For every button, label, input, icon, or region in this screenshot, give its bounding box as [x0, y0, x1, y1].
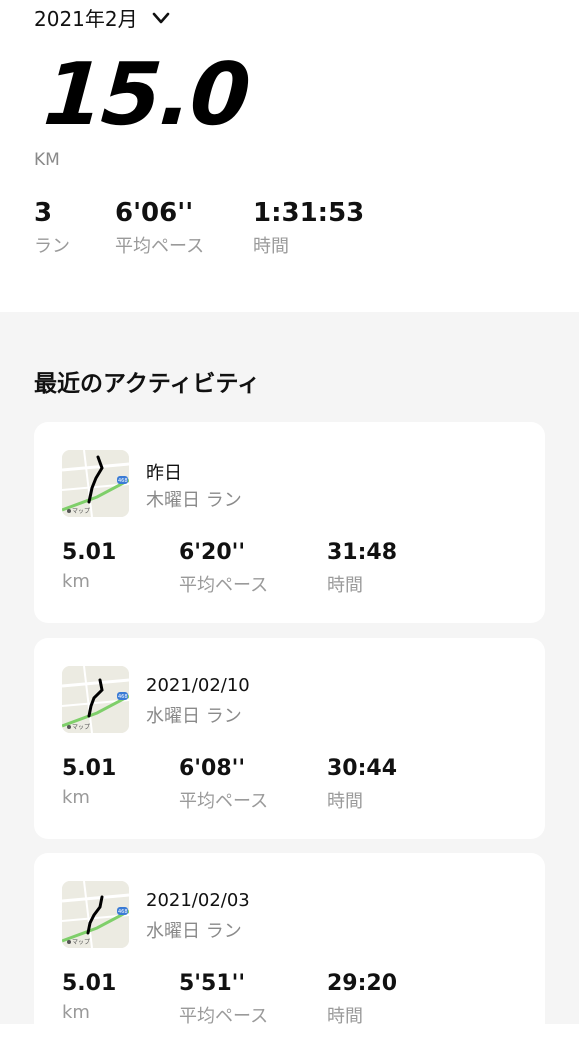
map-icon: 468 マップ — [62, 881, 129, 948]
road-number: 468 — [118, 909, 128, 915]
activity-type: 木曜日 ラン — [146, 490, 242, 511]
activity-distance: 5.01 km — [62, 756, 116, 808]
activity-date: 昨日 — [146, 463, 182, 484]
monthly-summary: 2021年2月 15.0 KM 3 ラン 6'06'' 平均ペース 1:31:5… — [0, 0, 579, 312]
pace-value: 6'20'' — [179, 540, 246, 565]
map-icon: 468 マップ — [62, 450, 129, 517]
activity-type: 水曜日 ラン — [146, 706, 242, 727]
stat-value: 3 — [34, 198, 53, 228]
distance-unit: km — [62, 571, 90, 592]
route-map-thumbnail: 468 マップ — [62, 881, 129, 948]
activity-pace: 6'20'' 平均ペース — [179, 540, 268, 597]
stat-label: 平均ペース — [115, 236, 205, 257]
total-distance: 15.0 — [40, 45, 252, 145]
time-value: 31:48 — [327, 540, 398, 565]
pace-value: 6'08'' — [179, 756, 246, 781]
activity-distance: 5.01 km — [62, 971, 116, 1023]
road-number: 468 — [118, 478, 128, 484]
map-icon: 468 マップ — [62, 666, 129, 733]
time-value: 30:44 — [327, 756, 398, 781]
distance-value: 5.01 — [62, 756, 117, 781]
road-number: 468 — [118, 694, 128, 700]
stat-label: ラン — [34, 236, 70, 257]
activity-card[interactable]: 468 マップ 2021/02/10 水曜日 ラン 5.01 km 6'08''… — [34, 638, 545, 839]
stat-value: 6'06'' — [115, 198, 194, 228]
pace-label: 平均ペース — [179, 575, 269, 596]
pace-label: 平均ペース — [179, 791, 269, 812]
activity-time: 30:44 時間 — [327, 756, 397, 813]
stat-label: 時間 — [253, 236, 289, 257]
stat-avg-pace: 6'06'' 平均ペース — [115, 198, 204, 258]
activity-date: 2021/02/10 — [146, 675, 250, 696]
activity-distance: 5.01 km — [62, 540, 116, 592]
distance-unit: km — [62, 1002, 90, 1023]
month-selector[interactable]: 2021年2月 — [34, 3, 172, 32]
time-value: 29:20 — [327, 971, 398, 996]
activity-date: 2021/02/03 — [146, 890, 250, 911]
recent-activities-section: 最近のアクティビティ 468 マップ 昨日 木曜日 ラン 5.01 km 6'2 — [0, 312, 579, 1054]
stat-value: 1:31:53 — [253, 198, 365, 228]
activity-card[interactable]: 468 マップ 昨日 木曜日 ラン 5.01 km 6'20'' 平均ペース 3… — [34, 422, 545, 623]
chevron-down-icon — [152, 12, 169, 23]
distance-value: 5.01 — [62, 540, 117, 565]
activity-time: 31:48 時間 — [327, 540, 397, 597]
map-label: マップ — [72, 508, 90, 515]
distance-unit: KM — [34, 150, 60, 170]
month-label: 2021年2月 — [34, 7, 138, 31]
route-map-thumbnail: 468 マップ — [62, 666, 129, 733]
map-label: マップ — [72, 939, 90, 946]
route-map-thumbnail: 468 マップ — [62, 450, 129, 517]
pace-label: 平均ペース — [179, 1006, 269, 1027]
distance-value: 5.01 — [62, 971, 117, 996]
distance-unit: km — [62, 787, 90, 808]
time-label: 時間 — [327, 575, 363, 596]
activity-time: 29:20 時間 — [327, 971, 397, 1028]
stat-time: 1:31:53 時間 — [253, 198, 364, 258]
activity-pace: 5'51'' 平均ペース — [179, 971, 268, 1028]
pace-value: 5'51'' — [179, 971, 246, 996]
activity-pace: 6'08'' 平均ペース — [179, 756, 268, 813]
map-label: マップ — [72, 724, 90, 731]
section-title: 最近のアクティビティ — [34, 371, 261, 397]
time-label: 時間 — [327, 1006, 363, 1027]
stat-runs: 3 ラン — [34, 198, 70, 258]
time-label: 時間 — [327, 791, 363, 812]
activity-type: 水曜日 ラン — [146, 921, 242, 942]
